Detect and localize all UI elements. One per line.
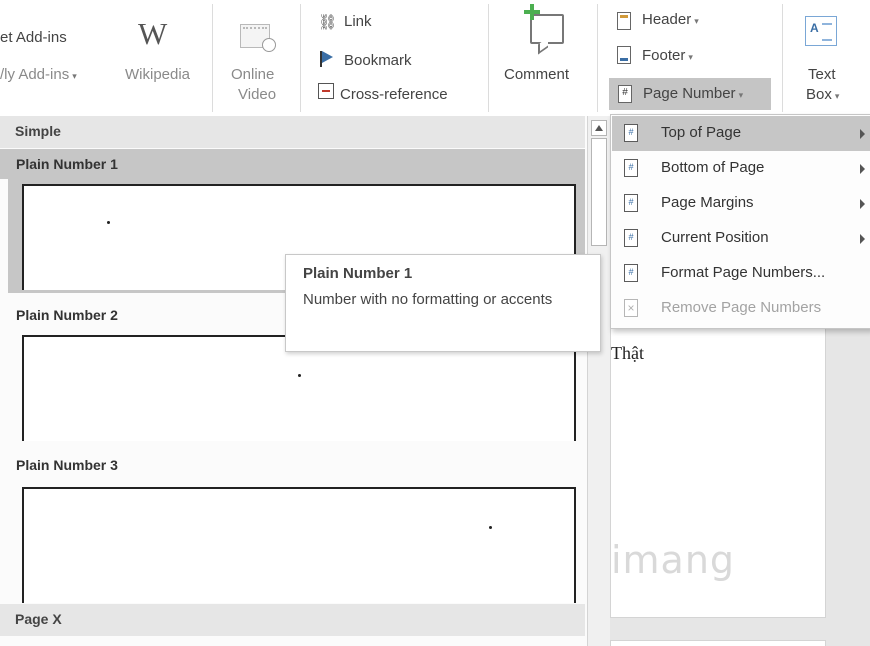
my-addins-button[interactable]: /ly Add-ins ▾ [0,66,77,83]
section-header-page-x: Page X [0,604,585,636]
menu-item-bottom-of-page[interactable]: Bottom of Page [612,151,870,186]
online-video-label-1[interactable]: Online [231,66,274,83]
gallery-scrollbar[interactable] [587,116,610,646]
section-header-simple: Simple [0,116,585,148]
chevron-down-icon: ▾ [72,71,77,81]
menu-item-top-of-page[interactable]: Top of Page [612,116,870,151]
ribbon-divider [300,4,301,112]
text-box-button[interactable]: Box ▾ [806,86,839,103]
gallery-item-plain-number-3-label[interactable]: Plain Number 3 [0,450,585,480]
menu-item-label: Bottom of Page [661,159,765,176]
page-number-marker [107,221,110,224]
menu-item-label: Page Margins [661,194,754,211]
header-label: Header [642,11,692,28]
cross-reference-icon [318,83,334,99]
link-icon: ⛓ [318,14,338,31]
chevron-down-icon: ▾ [688,52,693,62]
document-page-next[interactable] [610,640,826,646]
chevron-right-icon [860,129,865,139]
scroll-thumb[interactable] [591,138,607,246]
bottom-of-page-icon [624,159,638,177]
bookmark-icon [320,51,334,67]
header-icon [617,12,631,30]
menu-item-label: Current Position [661,229,769,246]
ribbon-divider [782,4,783,112]
chevron-down-icon: ▾ [738,90,744,100]
footer-icon [617,46,631,64]
menu-item-current-position[interactable]: Current Position [612,221,870,256]
link-button[interactable]: Link [344,13,372,30]
ribbon-divider [597,4,598,112]
wikipedia-icon: W [138,16,168,51]
bookmark-button[interactable]: Bookmark [344,52,412,69]
ribbon-divider [488,4,489,112]
wikipedia-button[interactable]: Wikipedia [125,66,190,83]
chevron-right-icon [860,164,865,174]
cross-reference-button[interactable]: Cross-reference [340,86,448,103]
menu-item-label: Format Page Numbers... [661,264,826,281]
page-number-marker [298,374,301,377]
plus-icon [524,4,540,20]
page-number-button[interactable]: Page Number▾ [609,78,771,110]
page-number-menu: Top of Page Bottom of Page Page Margins … [610,114,870,329]
top-of-page-icon [624,124,638,142]
gallery-tooltip: Plain Number 1 Number with no formatting… [285,254,601,352]
my-addins-label: /ly Add-ins [0,66,70,83]
menu-item-format-page-numbers[interactable]: Format Page Numbers... [612,256,870,291]
gallery-item-accent-bar-1-label[interactable]: Accent Bar 1 [0,637,585,646]
text-box-label-2: Box [806,86,832,103]
text-box-label-1[interactable]: Text [808,66,836,83]
chevron-right-icon [860,199,865,209]
globe-icon [262,38,276,52]
insert-ribbon: et Add-ins /ly Add-ins ▾ W Wikipedia Onli… [0,0,870,116]
gallery-list: Simple Plain Number 1 Plain Number 2 Pla… [0,116,585,646]
tooltip-title: Plain Number 1 [303,265,413,282]
chevron-down-icon: ▾ [834,91,840,101]
scroll-up-icon[interactable] [591,120,607,136]
remove-page-numbers-icon [624,299,638,317]
page-number-text: Page Number [643,85,736,102]
online-video-label-2[interactable]: Video [238,86,276,103]
ribbon-divider [212,4,213,112]
format-page-numbers-icon [624,264,638,282]
chevron-right-icon [860,234,865,244]
menu-item-remove-page-numbers: Remove Page Numbers [612,291,870,326]
comment-button[interactable]: Comment [504,66,569,83]
document-text[interactable]: Thật [611,343,644,364]
menu-item-label: Top of Page [661,124,742,141]
page-number-label: Page Number ▾ [643,85,743,102]
tooltip-description: Number with no formatting or accents [303,291,553,308]
page-number-icon [618,85,632,103]
header-button[interactable]: Header ▾ [642,11,699,28]
gallery-item-plain-number-3[interactable] [22,487,576,603]
get-addins-button[interactable]: et Add-ins [0,29,67,46]
current-position-icon [624,229,638,247]
page-number-gallery: Simple Plain Number 1 Plain Number 2 Pla… [0,116,610,646]
menu-item-page-margins[interactable]: Page Margins [612,186,870,221]
page-number-marker [489,526,492,529]
footer-label: Footer [642,47,686,64]
text-box-icon: A [805,16,837,46]
page-margins-icon [624,194,638,212]
gallery-item-plain-number-1-label[interactable]: Plain Number 1 [0,149,585,179]
footer-button[interactable]: Footer ▾ [642,47,693,64]
menu-item-label: Remove Page Numbers [661,299,822,316]
chevron-down-icon: ▾ [694,16,699,26]
